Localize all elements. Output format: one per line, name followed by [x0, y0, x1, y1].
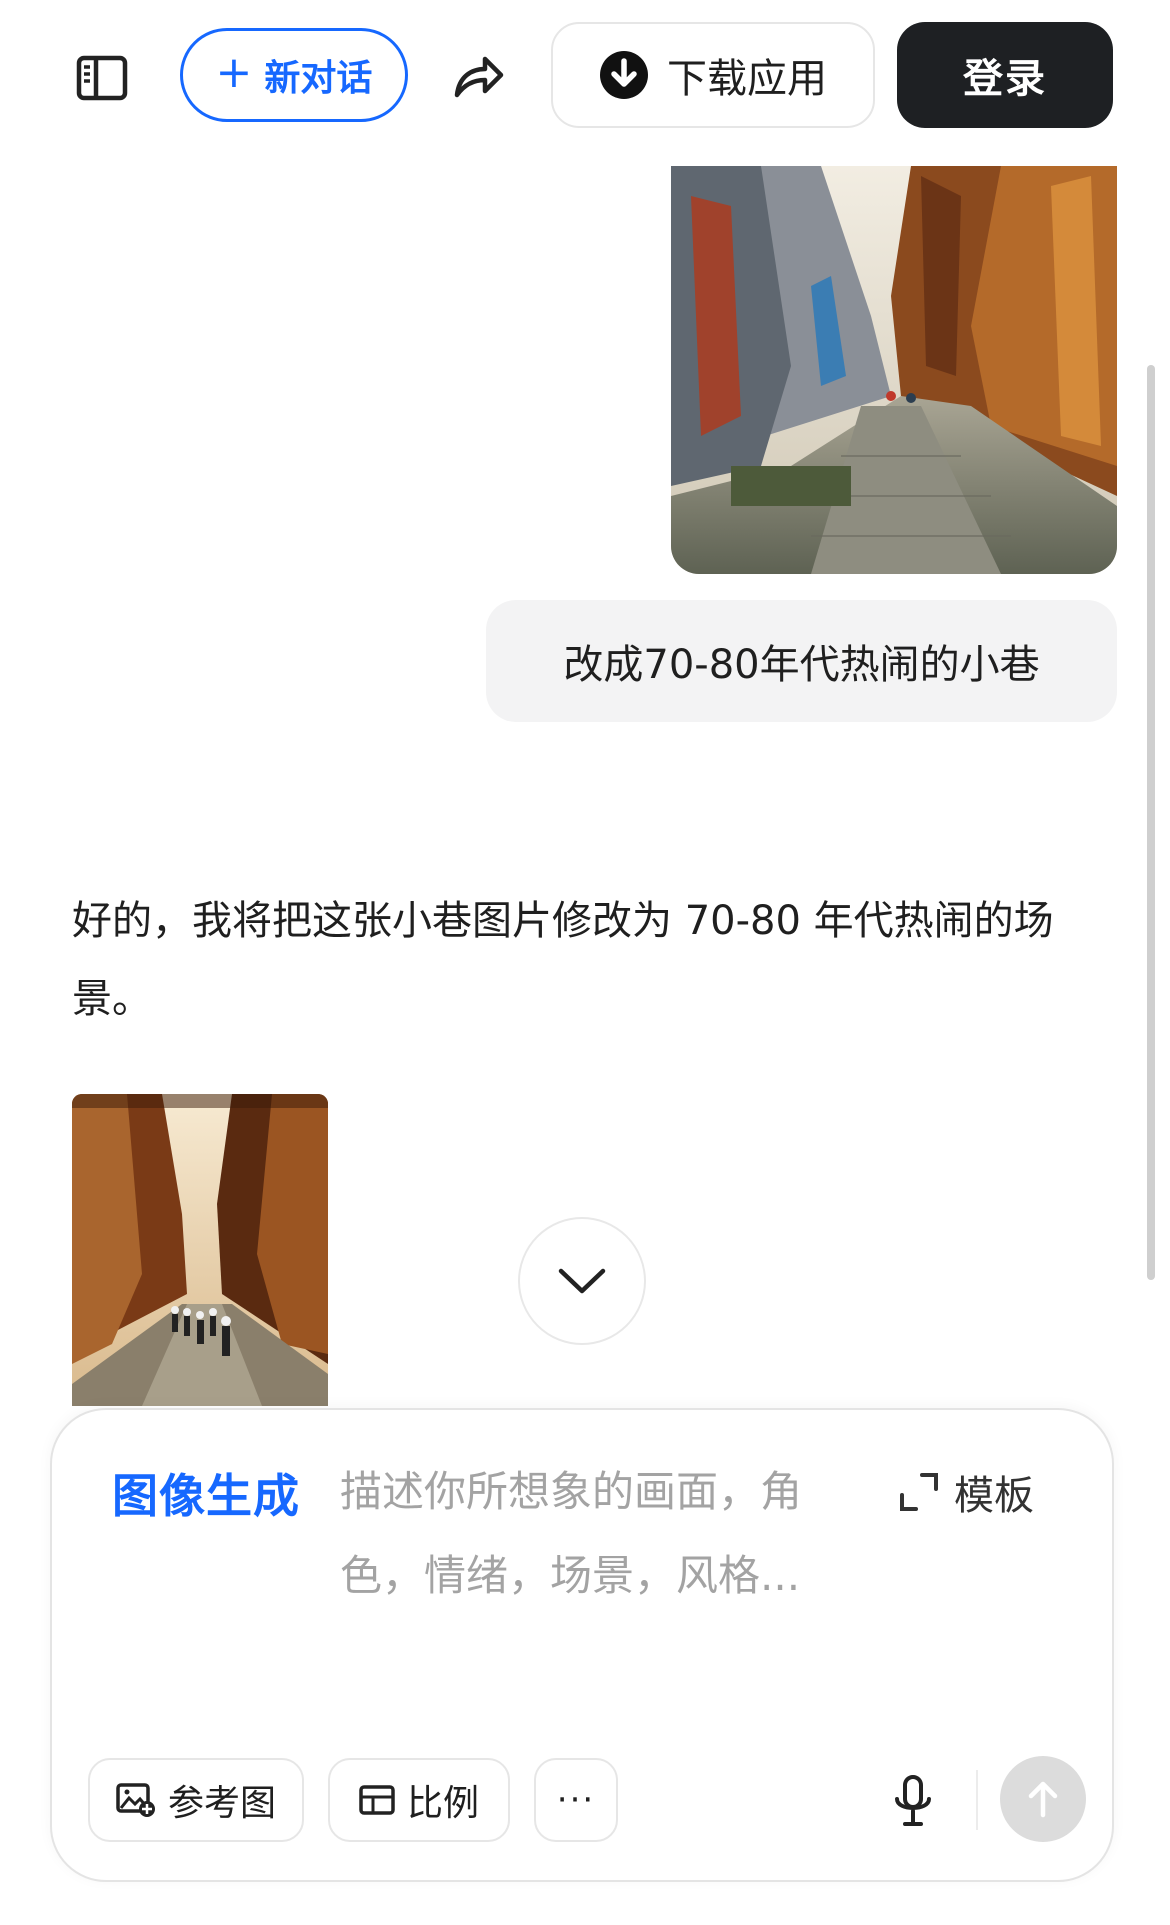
aspect-ratio-label: 比例 — [406, 1783, 479, 1824]
image-add-icon — [116, 1783, 155, 1817]
template-label: 模板 — [954, 1473, 1034, 1519]
reference-image-button[interactable]: 参考图 — [88, 1758, 304, 1842]
chat-page: + 新对话 下载应用 登录 改成70-80年代热闹的小巷 好的，我将把这张小巷图… — [0, 0, 1170, 1925]
download-icon — [600, 51, 648, 99]
template-button[interactable]: 模板 — [898, 1462, 1034, 1522]
microphone-icon — [895, 1775, 931, 1826]
new-chat-label: 新对话 — [264, 58, 373, 99]
plus-icon: + — [215, 47, 253, 98]
sidebar-icon — [76, 55, 128, 101]
user-message-bubble: 改成70-80年代热闹的小巷 — [486, 600, 1117, 722]
download-app-label: 下载应用 — [667, 56, 827, 102]
new-chat-button[interactable]: + 新对话 — [180, 28, 408, 122]
image-generation-mode-label[interactable]: 图像生成 — [112, 1460, 300, 1526]
scrollbar[interactable] — [1147, 365, 1155, 1280]
aspect-ratio-button[interactable]: 比例 — [328, 1758, 510, 1842]
scroll-to-bottom-button[interactable] — [518, 1217, 646, 1345]
composer-divider — [976, 1770, 978, 1830]
sidebar-toggle-button[interactable] — [64, 48, 140, 108]
chevron-down-icon — [558, 1268, 606, 1294]
assistant-message: 好的，我将把这张小巷图片修改为 70-80 年代热闹的场景。 — [72, 898, 1054, 1022]
send-button[interactable] — [1000, 1756, 1086, 1842]
reference-image-label: 参考图 — [167, 1783, 276, 1824]
share-button[interactable] — [446, 44, 510, 108]
arrow-up-icon — [1028, 1781, 1058, 1818]
generated-alley-image[interactable] — [72, 1094, 328, 1406]
more-options-button[interactable]: ··· — [534, 1758, 618, 1842]
top-bar: + 新对话 下载应用 登录 — [0, 0, 1170, 150]
expand-icon — [900, 1473, 938, 1511]
aspect-ratio-icon — [359, 1785, 395, 1815]
voice-input-button[interactable] — [878, 1766, 948, 1836]
login-button[interactable]: 登录 — [897, 22, 1113, 128]
download-app-button[interactable]: 下载应用 — [551, 22, 875, 128]
uploaded-alley-image[interactable] — [671, 166, 1117, 574]
share-icon — [454, 56, 504, 98]
prompt-input[interactable] — [340, 1450, 860, 1710]
composer-panel: 图像生成 模板 参考图 比例 — [50, 1408, 1114, 1882]
